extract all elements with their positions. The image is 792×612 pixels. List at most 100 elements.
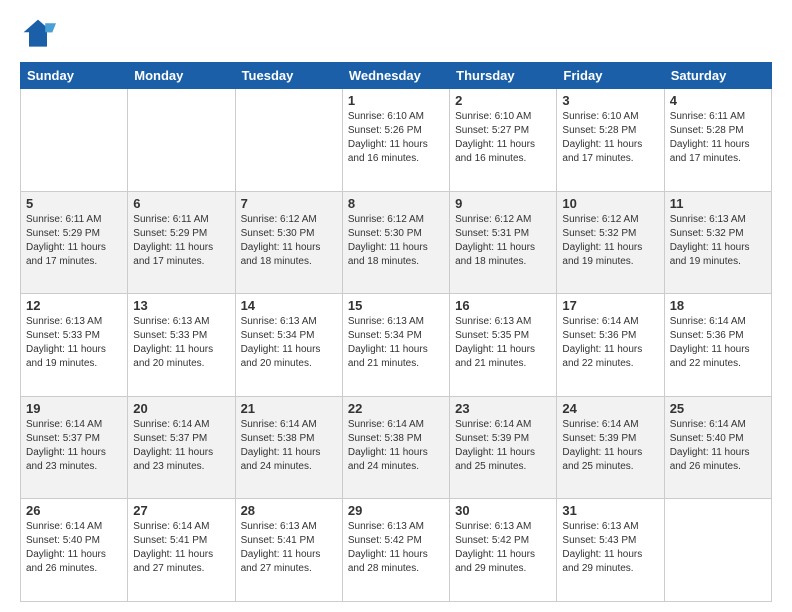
calendar-cell <box>664 499 771 602</box>
day-header-friday: Friday <box>557 63 664 89</box>
calendar-cell: 11 Sunrise: 6:13 AM Sunset: 5:32 PM Dayli… <box>664 191 771 294</box>
cell-text: Sunrise: 6:11 AM Sunset: 5:29 PM Dayligh… <box>133 213 229 269</box>
calendar-cell: 7 Sunrise: 6:12 AM Sunset: 5:30 PM Daylig… <box>235 191 342 294</box>
calendar-cell: 13 Sunrise: 6:13 AM Sunset: 5:33 PM Dayli… <box>128 294 235 397</box>
day-number: 2 <box>455 93 551 108</box>
day-number: 23 <box>455 401 551 416</box>
cell-text: Sunrise: 6:12 AM Sunset: 5:30 PM Dayligh… <box>241 213 337 269</box>
cell-text: Sunrise: 6:13 AM Sunset: 5:42 PM Dayligh… <box>455 520 551 576</box>
day-number: 14 <box>241 298 337 313</box>
calendar-cell: 30 Sunrise: 6:13 AM Sunset: 5:42 PM Dayli… <box>450 499 557 602</box>
cell-text: Sunrise: 6:13 AM Sunset: 5:43 PM Dayligh… <box>562 520 658 576</box>
calendar-cell: 5 Sunrise: 6:11 AM Sunset: 5:29 PM Daylig… <box>21 191 128 294</box>
calendar-cell: 28 Sunrise: 6:13 AM Sunset: 5:41 PM Dayli… <box>235 499 342 602</box>
calendar-week-2: 5 Sunrise: 6:11 AM Sunset: 5:29 PM Daylig… <box>21 191 772 294</box>
calendar-week-1: 1 Sunrise: 6:10 AM Sunset: 5:26 PM Daylig… <box>21 89 772 192</box>
cell-text: Sunrise: 6:14 AM Sunset: 5:40 PM Dayligh… <box>26 520 122 576</box>
calendar-cell: 9 Sunrise: 6:12 AM Sunset: 5:31 PM Daylig… <box>450 191 557 294</box>
cell-text: Sunrise: 6:10 AM Sunset: 5:28 PM Dayligh… <box>562 110 658 166</box>
day-number: 22 <box>348 401 444 416</box>
calendar-cell: 2 Sunrise: 6:10 AM Sunset: 5:27 PM Daylig… <box>450 89 557 192</box>
cell-text: Sunrise: 6:12 AM Sunset: 5:32 PM Dayligh… <box>562 213 658 269</box>
day-number: 17 <box>562 298 658 313</box>
cell-text: Sunrise: 6:13 AM Sunset: 5:35 PM Dayligh… <box>455 315 551 371</box>
cell-text: Sunrise: 6:14 AM Sunset: 5:37 PM Dayligh… <box>133 418 229 474</box>
calendar-cell: 24 Sunrise: 6:14 AM Sunset: 5:39 PM Dayli… <box>557 396 664 499</box>
day-number: 19 <box>26 401 122 416</box>
cell-text: Sunrise: 6:14 AM Sunset: 5:38 PM Dayligh… <box>241 418 337 474</box>
calendar-cell: 31 Sunrise: 6:13 AM Sunset: 5:43 PM Dayli… <box>557 499 664 602</box>
cell-text: Sunrise: 6:12 AM Sunset: 5:31 PM Dayligh… <box>455 213 551 269</box>
calendar-cell: 16 Sunrise: 6:13 AM Sunset: 5:35 PM Dayli… <box>450 294 557 397</box>
calendar-cell: 6 Sunrise: 6:11 AM Sunset: 5:29 PM Daylig… <box>128 191 235 294</box>
calendar-cell: 1 Sunrise: 6:10 AM Sunset: 5:26 PM Daylig… <box>342 89 449 192</box>
cell-text: Sunrise: 6:14 AM Sunset: 5:37 PM Dayligh… <box>26 418 122 474</box>
day-header-wednesday: Wednesday <box>342 63 449 89</box>
calendar-week-4: 19 Sunrise: 6:14 AM Sunset: 5:37 PM Dayli… <box>21 396 772 499</box>
day-number: 13 <box>133 298 229 313</box>
day-number: 10 <box>562 196 658 211</box>
day-number: 16 <box>455 298 551 313</box>
calendar-cell: 3 Sunrise: 6:10 AM Sunset: 5:28 PM Daylig… <box>557 89 664 192</box>
cell-text: Sunrise: 6:14 AM Sunset: 5:39 PM Dayligh… <box>562 418 658 474</box>
day-number: 5 <box>26 196 122 211</box>
calendar-cell <box>128 89 235 192</box>
calendar-table: SundayMondayTuesdayWednesdayThursdayFrid… <box>20 62 772 602</box>
day-number: 21 <box>241 401 337 416</box>
calendar-cell <box>21 89 128 192</box>
day-number: 30 <box>455 503 551 518</box>
calendar-cell: 14 Sunrise: 6:13 AM Sunset: 5:34 PM Dayli… <box>235 294 342 397</box>
day-number: 24 <box>562 401 658 416</box>
day-header-saturday: Saturday <box>664 63 771 89</box>
calendar-cell: 26 Sunrise: 6:14 AM Sunset: 5:40 PM Dayli… <box>21 499 128 602</box>
day-number: 18 <box>670 298 766 313</box>
calendar-cell: 25Sunrise: 6:14 AM Sunset: 5:40 PM Dayli… <box>664 396 771 499</box>
day-header-monday: Monday <box>128 63 235 89</box>
day-number: 7 <box>241 196 337 211</box>
cell-text: Sunrise: 6:11 AM Sunset: 5:28 PM Dayligh… <box>670 110 766 166</box>
day-number: 6 <box>133 196 229 211</box>
cell-text: Sunrise: 6:10 AM Sunset: 5:27 PM Dayligh… <box>455 110 551 166</box>
logo <box>20 16 60 52</box>
day-number: 11 <box>670 196 766 211</box>
calendar-cell: 27 Sunrise: 6:14 AM Sunset: 5:41 PM Dayli… <box>128 499 235 602</box>
calendar-cell: 15Sunrise: 6:13 AM Sunset: 5:34 PM Dayli… <box>342 294 449 397</box>
day-number: 4 <box>670 93 766 108</box>
cell-text: Sunrise: 6:14 AM Sunset: 5:39 PM Dayligh… <box>455 418 551 474</box>
cell-text: Sunrise: 6:13 AM Sunset: 5:34 PM Dayligh… <box>241 315 337 371</box>
day-number: 31 <box>562 503 658 518</box>
day-number: 12 <box>26 298 122 313</box>
day-number: 20 <box>133 401 229 416</box>
cell-text: Sunrise: 6:10 AM Sunset: 5:26 PM Dayligh… <box>348 110 444 166</box>
calendar-cell: 19 Sunrise: 6:14 AM Sunset: 5:37 PM Dayli… <box>21 396 128 499</box>
day-number: 8 <box>348 196 444 211</box>
calendar-cell <box>235 89 342 192</box>
page: SundayMondayTuesdayWednesdayThursdayFrid… <box>0 0 792 612</box>
calendar-cell: 22Sunrise: 6:14 AM Sunset: 5:38 PM Dayli… <box>342 396 449 499</box>
cell-text: Sunrise: 6:13 AM Sunset: 5:33 PM Dayligh… <box>133 315 229 371</box>
cell-text: Sunrise: 6:11 AM Sunset: 5:29 PM Dayligh… <box>26 213 122 269</box>
calendar-week-5: 26 Sunrise: 6:14 AM Sunset: 5:40 PM Dayli… <box>21 499 772 602</box>
cell-text: Sunrise: 6:14 AM Sunset: 5:41 PM Dayligh… <box>133 520 229 576</box>
day-number: 29 <box>348 503 444 518</box>
cell-text: Sunrise: 6:13 AM Sunset: 5:34 PM Dayligh… <box>348 315 444 371</box>
calendar-cell: 17 Sunrise: 6:14 AM Sunset: 5:36 PM Dayli… <box>557 294 664 397</box>
cell-text: Sunrise: 6:13 AM Sunset: 5:42 PM Dayligh… <box>348 520 444 576</box>
calendar-cell: 23 Sunrise: 6:14 AM Sunset: 5:39 PM Dayli… <box>450 396 557 499</box>
day-number: 9 <box>455 196 551 211</box>
calendar-header-row: SundayMondayTuesdayWednesdayThursdayFrid… <box>21 63 772 89</box>
day-number: 27 <box>133 503 229 518</box>
calendar-cell: 21 Sunrise: 6:14 AM Sunset: 5:38 PM Dayli… <box>235 396 342 499</box>
day-number: 28 <box>241 503 337 518</box>
day-number: 3 <box>562 93 658 108</box>
day-header-tuesday: Tuesday <box>235 63 342 89</box>
logo-icon <box>20 16 56 52</box>
calendar-cell: 29 Sunrise: 6:13 AM Sunset: 5:42 PM Dayli… <box>342 499 449 602</box>
cell-text: Sunrise: 6:13 AM Sunset: 5:41 PM Dayligh… <box>241 520 337 576</box>
cell-text: Sunrise: 6:13 AM Sunset: 5:32 PM Dayligh… <box>670 213 766 269</box>
cell-text: Sunrise: 6:13 AM Sunset: 5:33 PM Dayligh… <box>26 315 122 371</box>
day-number: 1 <box>348 93 444 108</box>
day-number: 26 <box>26 503 122 518</box>
calendar-cell: 8Sunrise: 6:12 AM Sunset: 5:30 PM Daylig… <box>342 191 449 294</box>
cell-text: Sunrise: 6:14 AM Sunset: 5:36 PM Dayligh… <box>562 315 658 371</box>
